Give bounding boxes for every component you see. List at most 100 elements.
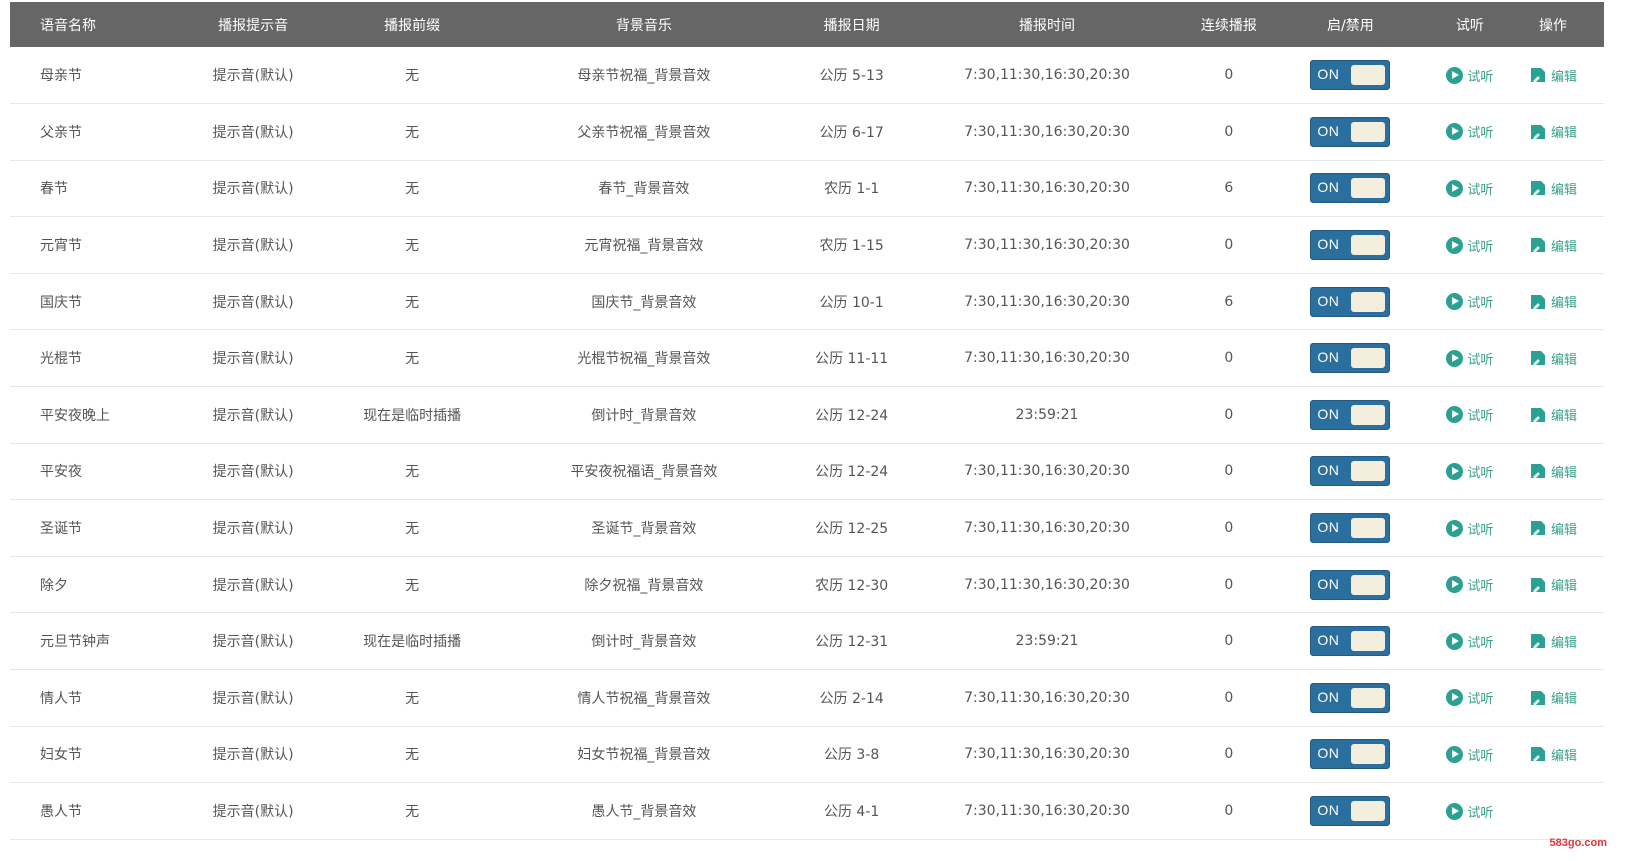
edit-button[interactable]: 编辑 [1529,745,1577,764]
table-row: 元旦节钟声 提示音(默认) 现在是临时插播 倒计时_背景音效 公历 12-31 23:59… [10,613,1604,670]
enable-toggle[interactable]: ON [1310,569,1391,600]
enable-toggle[interactable]: ON [1310,626,1391,657]
cell-listen: 试听 [1438,330,1502,387]
cell-time: 23:59:21 [1015,406,1079,423]
table-row: 春节 提示音(默认) 无 春节_背景音效 农历 1-1 7:30,11:30,16:30,… [10,160,1604,217]
play-icon [1446,802,1464,820]
edit-icon [1531,577,1546,593]
enable-toggle[interactable]: ON [1310,343,1391,374]
listen-button[interactable]: 试听 [1446,292,1493,311]
toggle-knob [1351,121,1386,142]
edit-icon [1531,634,1546,650]
cell-repeat: 0 [1224,350,1234,367]
cell-date: 公历 12-25 [815,521,889,538]
cell-prefix: 无 [405,351,420,368]
enable-toggle[interactable]: ON [1310,682,1391,713]
cell-name: 国庆节 [40,294,82,311]
listen-button[interactable]: 试听 [1446,122,1493,141]
toggle-knob [1351,687,1386,708]
enable-toggle[interactable]: ON [1310,286,1391,317]
edit-button[interactable]: 编辑 [1529,575,1577,594]
listen-button[interactable]: 试听 [1446,66,1493,85]
table-row: 圣诞节 提示音(默认) 无 圣诞节_背景音效 公历 12-25 7:30,11:30,16… [10,500,1604,557]
cell-tone: 提示音(默认) [212,634,294,651]
table-row: 平安夜 提示音(默认) 无 平安夜祝福语_背景音效 公历 12-24 7:30,11:30… [10,443,1604,500]
listen-label: 试听 [1467,352,1494,368]
cell-music: 母亲节祝福_背景音效 [577,68,711,85]
enable-toggle[interactable]: ON [1310,60,1391,91]
edit-button[interactable]: 编辑 [1529,519,1577,538]
enable-toggle[interactable]: ON [1310,399,1391,430]
table-row: 情人节 提示音(默认) 无 情人节祝福_背景音效 公历 2-14 7:30,11:30,1… [10,670,1604,727]
cell-actions: 编辑 [1502,330,1604,387]
cell-enabled: ON [1263,330,1438,387]
header-col-tone: 播报提示音 [218,17,289,34]
cell-tone: 提示音(默认) [212,407,294,424]
toggle-on-label: ON [1317,236,1340,253]
cell-time: 23:59:21 [1015,633,1079,650]
listen-button[interactable]: 试听 [1446,632,1493,651]
enable-toggle[interactable]: ON [1310,230,1391,261]
play-icon [1446,689,1464,707]
cell-prefix: 现在是临时插播 [363,407,462,424]
table-row: 愚人节 提示音(默认) 无 愚人节_背景音效 公历 4-1 7:30,11:30,16:3… [10,783,1604,840]
edit-button[interactable]: 编辑 [1529,292,1577,311]
cell-enabled: ON [1263,726,1438,783]
edit-label: 编辑 [1551,748,1578,764]
listen-button[interactable]: 试听 [1446,179,1493,198]
cell-time: 7:30,11:30,16:30,20:30 [964,746,1130,763]
cell-name: 春节 [40,181,68,198]
play-icon [1446,576,1464,594]
cell-prefix: 无 [405,464,420,481]
play-icon [1446,406,1464,424]
listen-button[interactable]: 试听 [1446,349,1493,368]
edit-icon [1531,351,1546,367]
edit-button[interactable]: 编辑 [1529,179,1577,198]
listen-button[interactable]: 试听 [1446,405,1493,424]
enable-toggle[interactable]: ON [1310,173,1391,204]
cell-tone: 提示音(默认) [212,124,294,141]
listen-button[interactable]: 试听 [1446,236,1493,255]
table-row: 母亲节 提示音(默认) 无 母亲节祝福_背景音效 公历 5-13 7:30,11:30,1… [10,47,1604,104]
edit-label: 编辑 [1551,522,1578,538]
enable-toggle[interactable]: ON [1310,116,1391,147]
cell-repeat: 0 [1224,520,1234,537]
edit-button[interactable]: 编辑 [1529,462,1577,481]
edit-button[interactable]: 编辑 [1529,122,1577,141]
edit-button[interactable]: 编辑 [1529,349,1577,368]
cell-name: 愚人节 [40,804,82,821]
cell-enabled: ON [1263,613,1438,670]
edit-label: 编辑 [1551,182,1578,198]
toggle-knob [1351,348,1386,369]
toggle-knob [1351,291,1386,312]
cell-listen: 试听 [1438,217,1502,274]
listen-button[interactable]: 试听 [1446,745,1493,764]
cell-actions: 编辑 [1502,273,1604,330]
header-row: 语音名称 播报提示音 播报前缀 背景音乐 播报日期 播报时间 连续播报 启/禁用 试听 操作 [10,2,1604,47]
listen-button[interactable]: 试听 [1446,462,1493,481]
cell-date: 公历 5-13 [819,68,884,85]
listen-button[interactable]: 试听 [1446,802,1493,821]
cell-repeat: 6 [1224,180,1234,197]
edit-button[interactable]: 编辑 [1529,632,1577,651]
cell-music: 圣诞节_背景音效 [591,521,697,538]
enable-toggle[interactable]: ON [1310,796,1391,827]
enable-toggle[interactable]: ON [1310,739,1391,770]
edit-button[interactable]: 编辑 [1529,66,1577,85]
edit-button[interactable]: 编辑 [1529,405,1577,424]
edit-button[interactable]: 编辑 [1529,688,1577,707]
cell-time: 7:30,11:30,16:30,20:30 [964,576,1130,593]
cell-prefix: 无 [405,181,420,198]
header-col-prefix: 播报前缀 [384,17,441,34]
table-body: 母亲节 提示音(默认) 无母亲节祝福_背景音效 公历 5-13 7:30,11:30,1… [10,47,1604,840]
enable-toggle[interactable]: ON [1310,456,1391,487]
edit-button[interactable]: 编辑 [1529,236,1577,255]
cell-repeat: 6 [1224,293,1234,310]
enable-toggle[interactable]: ON [1310,513,1391,544]
cell-actions: 编辑 [1502,556,1604,613]
listen-button[interactable]: 试听 [1446,519,1493,538]
listen-button[interactable]: 试听 [1446,688,1493,707]
watermark: 583go.com [1549,837,1607,849]
listen-button[interactable]: 试听 [1446,575,1493,594]
header-col-name: 语音名称 [40,17,96,34]
